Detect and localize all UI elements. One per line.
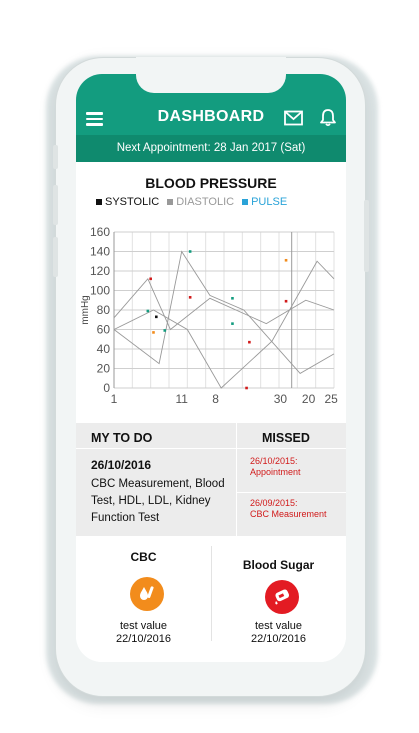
y-tick-label: 100 <box>90 284 110 298</box>
page-title: DASHBOARD <box>157 108 265 125</box>
data-point <box>152 331 155 334</box>
data-point <box>231 297 234 300</box>
y-tick-label: 40 <box>97 342 111 356</box>
data-point <box>155 315 158 319</box>
divider <box>76 448 346 449</box>
x-tick-label: 30 <box>274 392 288 406</box>
side-button <box>53 185 58 225</box>
test-card-cbc[interactable]: CBC test value 22/10/2016 <box>76 536 211 646</box>
missed-heading: MISSED <box>262 431 310 445</box>
chart-title: BLOOD PRESSURE <box>145 175 277 191</box>
y-tick-label: 20 <box>97 362 111 376</box>
legend-swatch <box>242 199 249 205</box>
side-button <box>53 237 58 277</box>
y-tick-label: 60 <box>97 323 111 337</box>
todo-heading: MY TO DO <box>91 431 153 445</box>
phone-notch <box>136 57 286 93</box>
x-tick-label: 11 <box>175 392 188 406</box>
test-name: Blood Sugar <box>242 558 315 572</box>
y-tick-label: 160 <box>90 225 110 239</box>
y-axis-label: mmHg <box>80 295 91 324</box>
legend-item-diastolic: DIASTOLIC <box>167 196 234 208</box>
data-point <box>149 277 152 281</box>
data-point <box>284 258 288 262</box>
test-name: CBC <box>130 550 157 564</box>
test-date: 22/10/2016 <box>115 633 172 645</box>
missed-label: CBC Measurement <box>250 509 327 519</box>
legend-swatch <box>96 199 102 205</box>
legend-item-pulse: PULSE <box>242 196 287 208</box>
bell-icon[interactable] <box>319 108 337 127</box>
x-tick-label: 20 <box>302 392 316 406</box>
missed-date: 26/10/2015: <box>250 456 298 466</box>
blood-drop-icon <box>130 577 164 611</box>
missed-label: Appointment <box>250 467 301 477</box>
missed-item[interactable]: 26/10/2015: Appointment <box>250 456 342 478</box>
x-tick-label: 25 <box>324 392 338 406</box>
glucose-meter-icon <box>265 580 299 614</box>
side-button <box>364 200 369 272</box>
legend-label: DIASTOLIC <box>176 196 235 208</box>
blood-pressure-chart: 020406080100120140160mmHg1 11 8 30 20 25 <box>80 225 338 406</box>
legend-swatch <box>167 199 174 205</box>
mail-icon[interactable] <box>284 110 303 126</box>
y-tick-label: 0 <box>103 381 110 395</box>
divider <box>237 492 346 493</box>
y-tick-label: 140 <box>90 245 110 259</box>
todo-section: MY TO DO MISSED 26/10/2016 CBC Measureme… <box>76 423 346 536</box>
legend-label: PULSE <box>251 196 288 208</box>
data-point <box>163 329 167 332</box>
todo-date: 26/10/2016 <box>91 458 152 472</box>
data-point <box>188 296 192 299</box>
missed-item[interactable]: 26/09/2015: CBC Measurement <box>250 498 342 520</box>
divider <box>236 423 237 536</box>
x-tick-label: 8 <box>212 392 219 406</box>
chart-legend: SYSTOLIC DIASTOLIC PULSE <box>96 196 287 208</box>
test-value-label: test value <box>254 620 303 632</box>
legend-item-systolic: SYSTOLIC <box>96 196 159 208</box>
next-appointment-bar[interactable]: Next Appointment: 28 Jan 2017 (Sat) <box>76 135 346 162</box>
data-point <box>245 386 248 390</box>
test-date: 22/10/2016 <box>250 633 307 645</box>
y-tick-label: 80 <box>97 303 111 317</box>
y-tick-label: 120 <box>90 264 110 278</box>
test-value-label: test value <box>119 620 168 632</box>
todo-description[interactable]: CBC Measurement, Blood Test, HDL, LDL, K… <box>91 476 233 527</box>
test-card-blood-sugar[interactable]: Blood Sugar test value 22/10/2016 <box>211 536 346 646</box>
app-screen: DASHBOARD Next Appointment: 28 Jan 2017 … <box>76 74 346 662</box>
legend-label: SYSTOLIC <box>105 196 160 208</box>
x-tick-label: 1 <box>111 392 118 406</box>
missed-date: 26/09/2015: <box>250 498 298 508</box>
data-point <box>248 340 251 344</box>
side-button <box>53 145 58 169</box>
data-point <box>231 322 234 325</box>
data-point <box>146 309 150 313</box>
data-point <box>188 250 192 253</box>
data-point <box>284 299 288 303</box>
tests-section: CBC test value 22/10/2016 Blood Sugar te… <box>76 536 346 662</box>
